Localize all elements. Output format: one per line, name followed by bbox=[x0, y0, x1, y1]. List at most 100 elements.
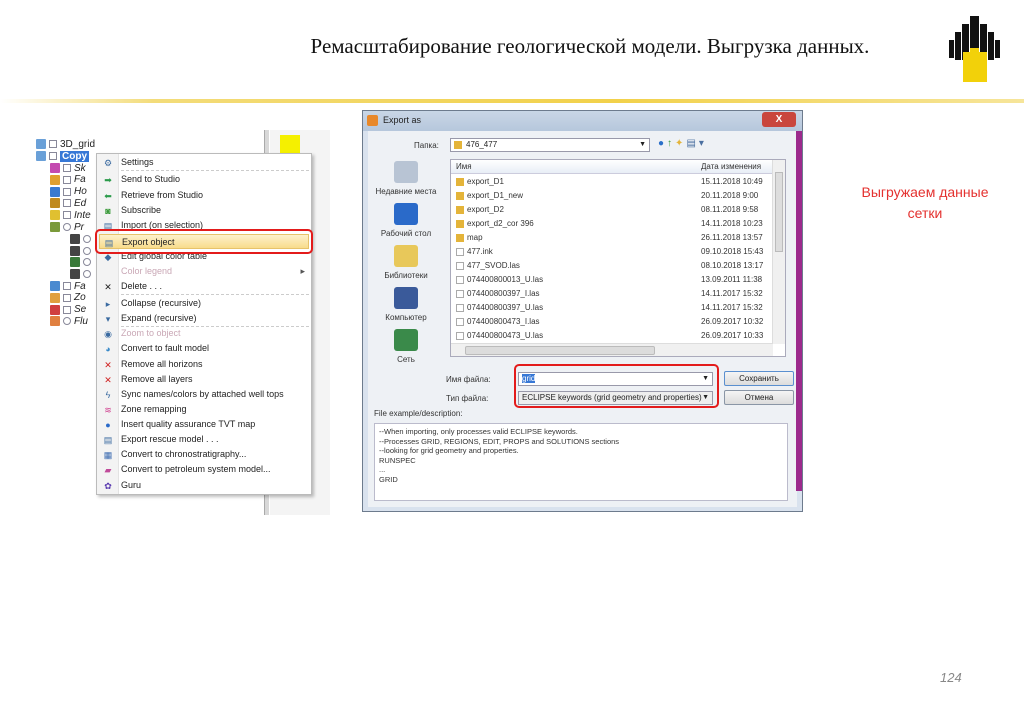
tree-node[interactable]: Flu bbox=[50, 316, 88, 328]
menu-item[interactable]: ✕ Remove all layers bbox=[99, 372, 309, 387]
place-item[interactable]: Библиотеки bbox=[370, 245, 442, 280]
folder-icon bbox=[456, 206, 464, 214]
horizontal-scrollbar[interactable] bbox=[451, 343, 773, 356]
place-icon bbox=[394, 329, 418, 351]
tree-node[interactable] bbox=[70, 245, 94, 257]
menu-item[interactable]: ◕ Convert to fault model bbox=[99, 341, 309, 356]
file-row[interactable]: export_d2_cor 396 14.11.2018 10:23 bbox=[451, 217, 773, 231]
menu-item[interactable]: ▤ Export rescue model . . . bbox=[99, 432, 309, 447]
menu-item[interactable]: ▰ Convert to petroleum system model... bbox=[99, 462, 309, 477]
checkbox[interactable] bbox=[83, 258, 91, 267]
place-item[interactable]: Сеть bbox=[370, 329, 442, 364]
note-line: сетки bbox=[907, 205, 943, 221]
file-row[interactable]: 074400800013_U.las 13.09.2011 11:38 bbox=[451, 273, 773, 287]
tree-node[interactable] bbox=[70, 233, 94, 245]
tree-node[interactable]: Ed bbox=[50, 198, 86, 210]
menu-item[interactable]: ▾ Expand (recursive) bbox=[99, 311, 309, 326]
tree-node-label: 3D_grid bbox=[60, 139, 96, 150]
checkbox[interactable] bbox=[49, 152, 57, 161]
checkbox[interactable] bbox=[83, 234, 91, 243]
rss-icon: ◙ bbox=[105, 206, 111, 216]
place-item[interactable]: Недавние места bbox=[370, 161, 442, 196]
checkbox[interactable] bbox=[63, 317, 71, 326]
tree-node-icon bbox=[70, 257, 80, 268]
menu-item[interactable]: ➡ Send to Studio bbox=[99, 172, 309, 187]
tree-node[interactable]: Inte bbox=[50, 210, 91, 222]
menu-item[interactable]: ◉ Zoom to object bbox=[99, 326, 309, 341]
tree-node[interactable]: Ho bbox=[50, 186, 87, 198]
checkbox[interactable] bbox=[63, 222, 71, 231]
checkbox[interactable] bbox=[63, 187, 71, 196]
column-date[interactable]: Дата изменения bbox=[701, 162, 761, 171]
tree-node[interactable]: 3D_grid bbox=[36, 139, 95, 151]
cancel-button[interactable]: Отмена bbox=[724, 390, 794, 405]
tree-node[interactable]: Fa bbox=[50, 174, 86, 186]
file-row[interactable]: map 26.11.2018 13:57 bbox=[451, 231, 773, 245]
place-item[interactable]: Компьютер bbox=[370, 287, 442, 322]
menu-item[interactable]: ⬅ Retrieve from Studio bbox=[99, 188, 309, 203]
tree-node[interactable]: Pr bbox=[50, 222, 84, 234]
vertical-scrollbar[interactable] bbox=[772, 160, 785, 344]
column-name[interactable]: Имя bbox=[456, 162, 472, 171]
menu-item[interactable]: Color legend ▸ bbox=[99, 264, 309, 279]
guru-icon: ✿ bbox=[104, 481, 112, 491]
checkbox[interactable] bbox=[63, 199, 71, 208]
checkbox[interactable] bbox=[63, 175, 71, 184]
menu-item[interactable]: ϟ Sync names/colors by attached well tops bbox=[99, 387, 309, 402]
folder-select[interactable]: 476_477 ▼ bbox=[450, 138, 650, 152]
menu-item[interactable]: ✕ Remove all horizons bbox=[99, 357, 309, 372]
menu-item[interactable]: ≋ Zone remapping bbox=[99, 402, 309, 417]
expand-icon: ▾ bbox=[105, 314, 111, 324]
menu-item-label: Send to Studio bbox=[121, 174, 181, 184]
file-row[interactable]: 074400800397_U.las 14.11.2017 15:32 bbox=[451, 301, 773, 315]
menu-item[interactable]: ● Insert quality assurance TVT map bbox=[99, 417, 309, 432]
new-folder-icon[interactable]: ✦ bbox=[675, 138, 686, 149]
tree-node[interactable]: Se bbox=[50, 304, 86, 316]
tree-node[interactable]: Copy bbox=[36, 150, 89, 163]
tree-node[interactable]: Zo bbox=[50, 292, 86, 304]
menu-item[interactable]: ✕ Delete . . . bbox=[99, 279, 309, 294]
folder-icon bbox=[456, 234, 464, 242]
tree-node-icon bbox=[70, 233, 80, 244]
file-row[interactable]: 074400800473_U.las 26.09.2017 10:33 bbox=[451, 329, 773, 343]
tree-node-icon bbox=[70, 269, 80, 280]
send-arrow-icon: ➡ bbox=[104, 175, 112, 185]
checkbox[interactable] bbox=[83, 246, 91, 255]
place-item[interactable]: Рабочий стол bbox=[370, 203, 442, 238]
up-folder-icon[interactable]: ↑ bbox=[667, 138, 675, 149]
tree-node-label: Ho bbox=[74, 186, 87, 198]
checkbox[interactable] bbox=[63, 163, 71, 172]
delete-icon: ✕ bbox=[104, 282, 112, 292]
file-row[interactable]: 074400800397_I.las 14.11.2017 15:32 bbox=[451, 287, 773, 301]
menu-item[interactable]: ▦ Convert to chronostratigraphy... bbox=[99, 447, 309, 462]
checkbox[interactable] bbox=[63, 305, 71, 314]
menu-item[interactable]: ▸ Collapse (recursive) bbox=[99, 296, 309, 311]
checkbox[interactable] bbox=[63, 281, 71, 290]
file-row[interactable]: export_D2 08.11.2018 9:58 bbox=[451, 203, 773, 217]
close-button[interactable]: X bbox=[762, 112, 796, 127]
checkbox[interactable] bbox=[63, 293, 71, 302]
tree-node[interactable]: Sk bbox=[50, 163, 86, 175]
place-icon bbox=[394, 203, 418, 225]
file-row[interactable]: 477.ink 09.10.2018 15:43 bbox=[451, 245, 773, 259]
view-menu-icon[interactable]: ▤▾ bbox=[686, 138, 706, 149]
menu-item[interactable]: ✿ Guru bbox=[99, 478, 309, 493]
tree-node[interactable] bbox=[70, 257, 94, 269]
file-row[interactable]: export_D1 15.11.2018 10:49 bbox=[451, 175, 773, 189]
file-row[interactable]: export_D1_new 20.11.2018 9:00 bbox=[451, 189, 773, 203]
file-row[interactable]: 074400800473_I.las 26.09.2017 10:32 bbox=[451, 315, 773, 329]
tree-node[interactable]: Fa bbox=[50, 281, 86, 293]
menu-item[interactable]: ⚙ Settings bbox=[99, 155, 309, 170]
menu-item[interactable]: ◙ Subscribe bbox=[99, 203, 309, 218]
tree-node-icon bbox=[50, 292, 60, 303]
checkbox[interactable] bbox=[49, 140, 57, 149]
checkbox[interactable] bbox=[63, 211, 71, 220]
tree-node[interactable] bbox=[70, 269, 94, 281]
save-button[interactable]: Сохранить bbox=[724, 371, 794, 386]
file-icon bbox=[456, 248, 464, 256]
checkbox[interactable] bbox=[83, 270, 91, 279]
back-icon[interactable]: ● bbox=[658, 138, 667, 149]
file-row[interactable]: 477_SVOD.las 08.10.2018 13:17 bbox=[451, 259, 773, 273]
menu-item-label: Export rescue model . . . bbox=[121, 434, 219, 444]
tree-node-icon bbox=[36, 139, 46, 150]
